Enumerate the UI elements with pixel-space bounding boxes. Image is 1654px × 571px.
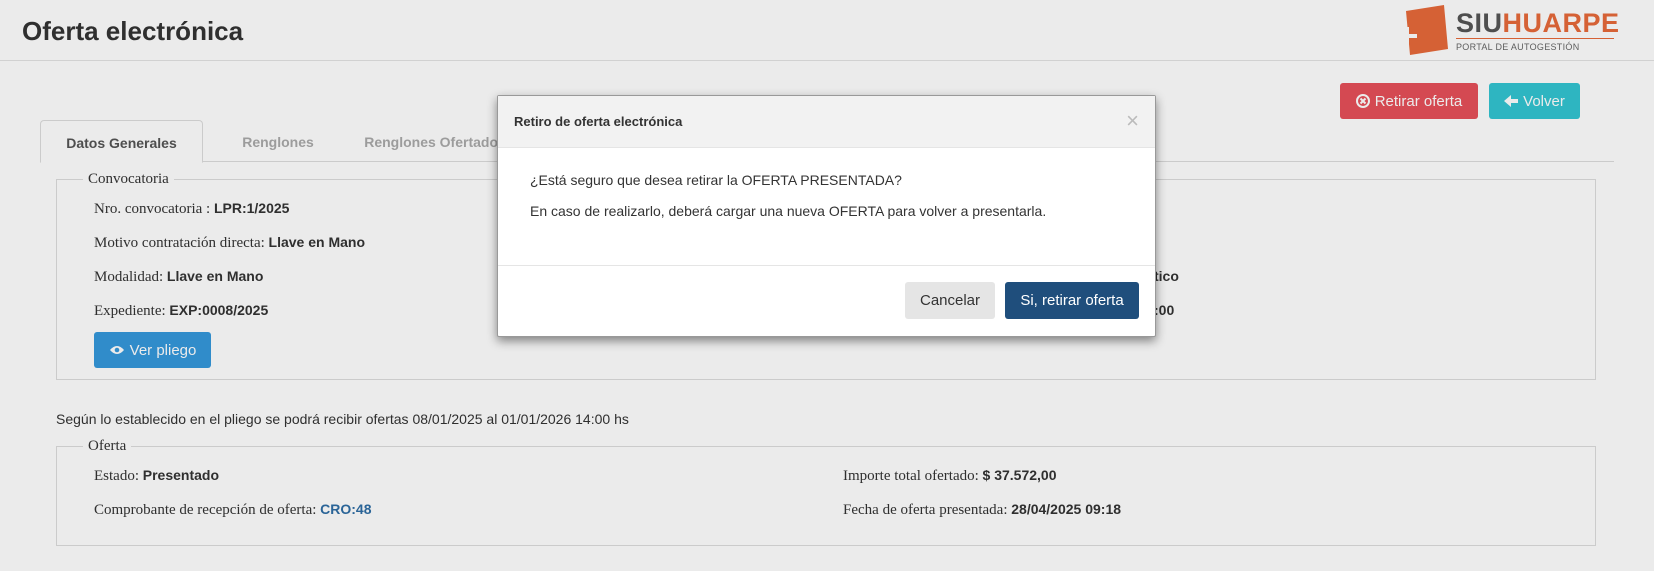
modal-footer: Cancelar Si, retirar oferta: [498, 265, 1155, 337]
close-icon[interactable]: ×: [1126, 108, 1139, 134]
modal-header: Retiro de oferta electrónica ×: [498, 96, 1155, 148]
modal-body: ¿Está seguro que desea retirar la OFERTA…: [498, 148, 1155, 261]
cancel-button[interactable]: Cancelar: [905, 282, 995, 319]
retiro-oferta-modal: Retiro de oferta electrónica × ¿Está seg…: [497, 95, 1156, 337]
confirm-retirar-button[interactable]: Si, retirar oferta: [1005, 282, 1139, 319]
modal-question: ¿Está seguro que desea retirar la OFERTA…: [530, 172, 902, 188]
modal-warning: En caso de realizarlo, deberá cargar una…: [530, 203, 1047, 219]
modal-title: Retiro de oferta electrónica: [514, 114, 683, 129]
